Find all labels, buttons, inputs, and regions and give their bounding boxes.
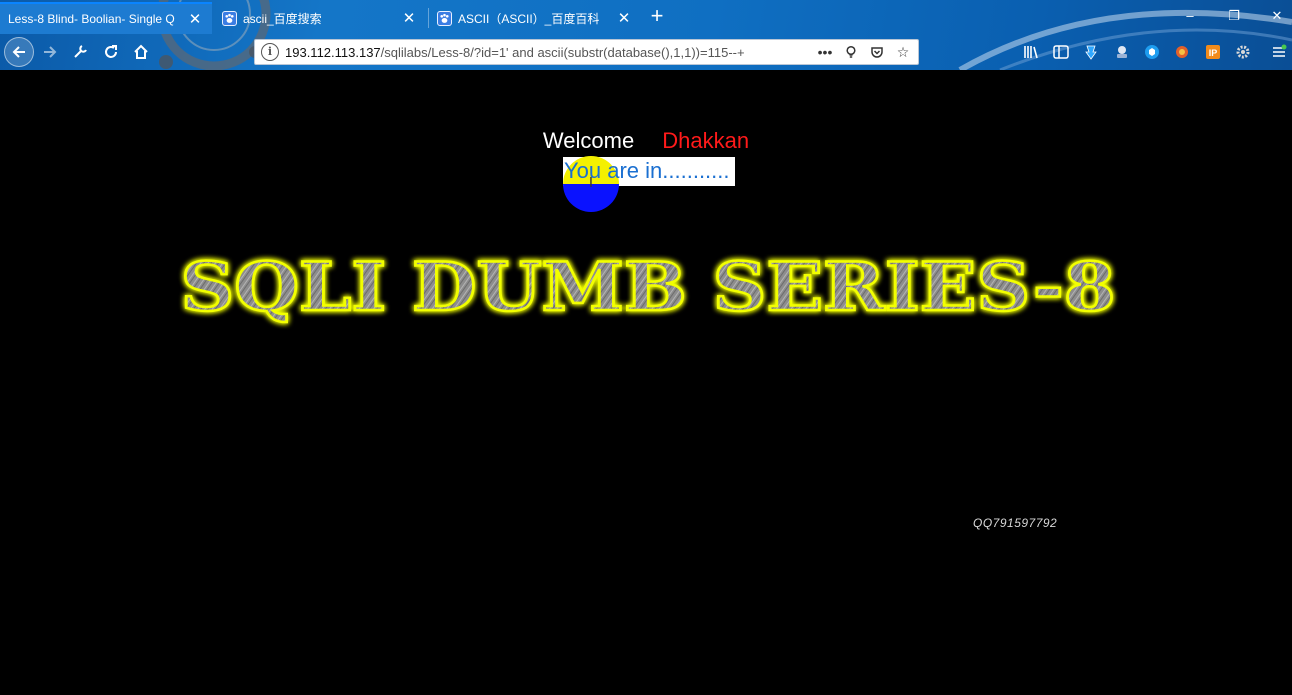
close-icon[interactable]: ✕ [615, 9, 633, 27]
new-tab-button[interactable]: + [646, 5, 668, 27]
forward-button[interactable] [36, 38, 64, 66]
welcome-line: Welcome Dhakkan [0, 128, 1292, 154]
tab-strip: Less-8 Blind- Boolian- Single Q ✕ ascii_… [0, 0, 1292, 34]
page-content: Welcome Dhakkan You are in........... I S… [0, 70, 1292, 695]
pocket-icon[interactable] [866, 41, 888, 63]
extension-pin-icon[interactable] [1080, 41, 1102, 63]
watermark-text: QQ791597792 [973, 516, 1058, 530]
baidu-paw-icon [222, 10, 237, 26]
extension-gear-icon[interactable] [1232, 41, 1254, 63]
address-bar[interactable]: i 193.112.113.137/sqlilabs/Less-8/?id=1'… [254, 39, 919, 65]
banner-title: SQLI DUMB SERIES-8 [181, 248, 1116, 326]
home-icon [134, 44, 148, 59]
text-cursor-icon: I [588, 174, 594, 191]
back-arrow-icon [12, 46, 25, 58]
close-icon[interactable]: ✕ [186, 10, 204, 28]
restore-button[interactable]: ❐ [1219, 4, 1249, 28]
url-text[interactable]: 193.112.113.137/sqlilabs/Less-8/?id=1' a… [285, 45, 814, 60]
url-path: /sqlilabs/Less-8/?id=1' and ascii(substr… [380, 44, 745, 60]
extension-robot-icon[interactable] [1111, 41, 1133, 63]
customize-button[interactable] [66, 38, 94, 66]
home-button[interactable] [127, 38, 155, 66]
browser-chrome: Less-8 Blind- Boolian- Single Q ✕ ascii_… [0, 0, 1292, 70]
svg-text:IP: IP [1209, 48, 1218, 58]
bookmark-star-icon[interactable]: ☆ [892, 41, 914, 63]
extension-cube-icon[interactable] [1141, 41, 1163, 63]
extension-ip-icon[interactable]: IP [1202, 41, 1224, 63]
tab-label: ascii_百度搜索 [243, 11, 322, 26]
page-actions-icon[interactable]: ••• [814, 41, 836, 63]
lightbulb-icon[interactable] [840, 41, 862, 63]
baidu-paw-icon [437, 10, 452, 26]
tab-ascii-baike[interactable]: ASCII（ASCII）_百度百科 ✕ [429, 2, 641, 34]
tab-ascii-search[interactable]: ascii_百度搜索 ✕ [214, 2, 426, 34]
url-host: 193.112.113.137 [285, 44, 381, 60]
site-info-icon[interactable]: i [261, 43, 279, 61]
reload-icon [105, 45, 117, 58]
tab-label: Less-8 Blind- Boolian- Single Q [8, 12, 175, 26]
menu-icon[interactable] [1268, 41, 1290, 63]
close-icon[interactable]: ✕ [400, 9, 418, 27]
welcome-label: Welcome [542, 128, 635, 153]
series-banner: SQLI DUMB SERIES-8 [179, 247, 1117, 328]
close-window-button[interactable]: ✕ [1262, 4, 1292, 28]
tab-label: ASCII（ASCII）_百度百科 [458, 11, 600, 26]
sidebar-icon[interactable] [1050, 41, 1072, 63]
back-button[interactable] [4, 37, 34, 67]
welcome-username: Dhakkan [662, 128, 750, 153]
library-icon[interactable] [1020, 41, 1042, 63]
reload-button[interactable] [97, 38, 125, 66]
tab-less-8[interactable]: Less-8 Blind- Boolian- Single Q ✕ [0, 2, 212, 34]
wrench-icon [74, 45, 87, 58]
minimize-button[interactable]: – [1175, 4, 1205, 28]
extension-bug-icon[interactable] [1171, 41, 1193, 63]
forward-arrow-icon [44, 46, 57, 58]
navigation-toolbar: i 193.112.113.137/sqlilabs/Less-8/?id=1'… [0, 34, 1292, 70]
